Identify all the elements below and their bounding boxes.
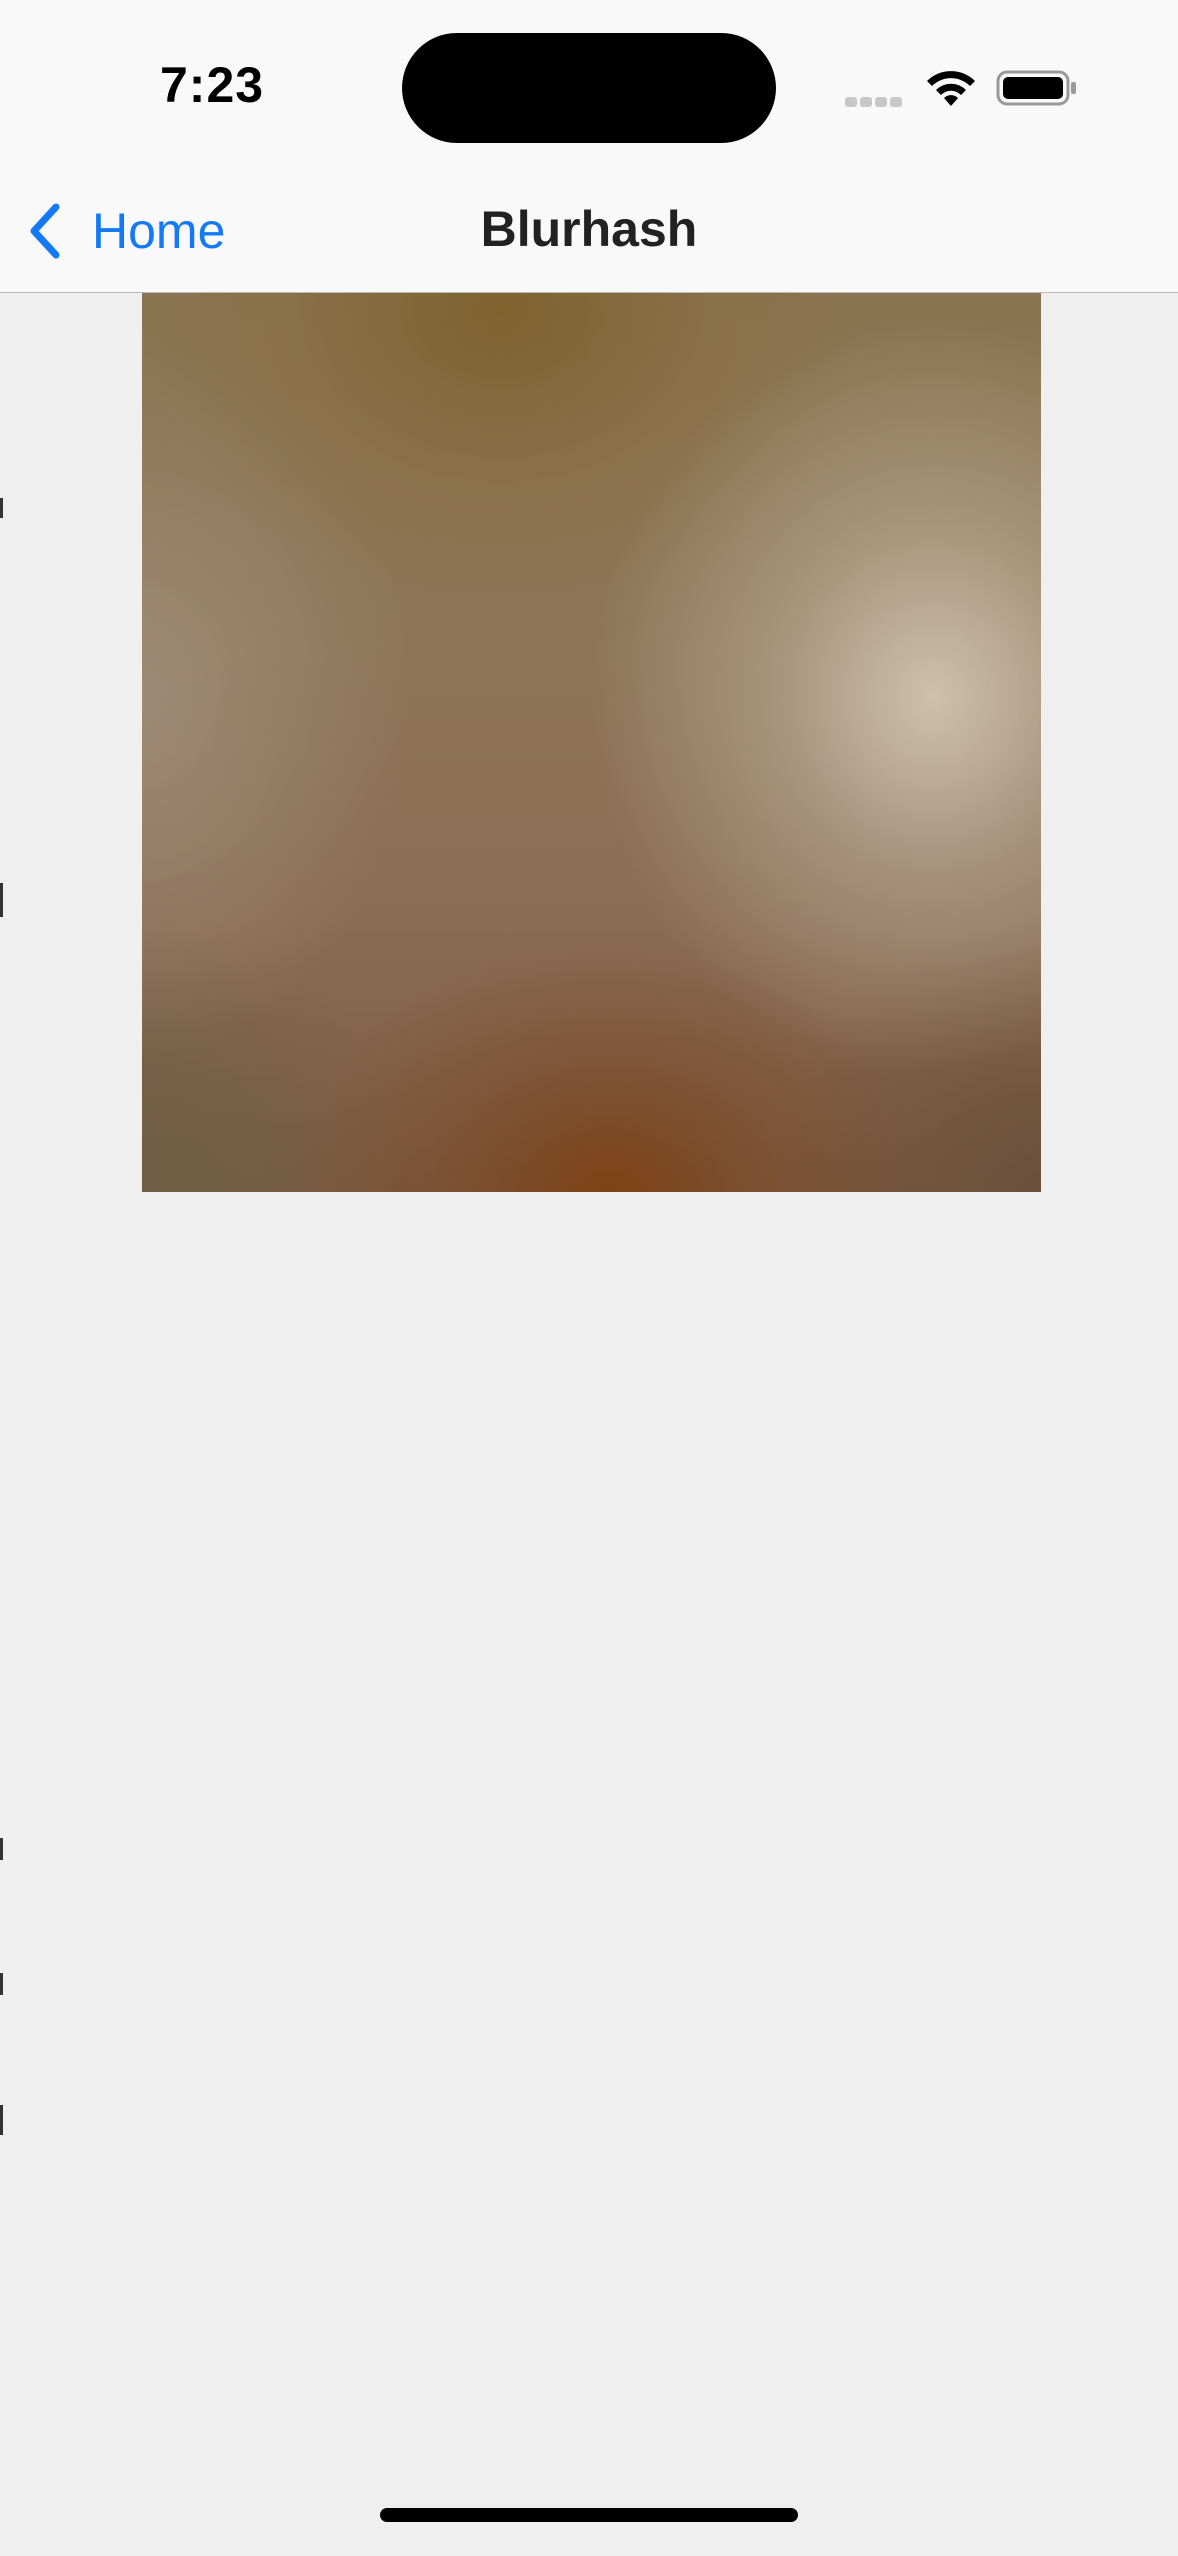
status-time: 7:23 (160, 57, 265, 113)
edge-artifact (0, 883, 3, 917)
edge-artifact (0, 1973, 3, 1995)
edge-artifact (0, 498, 3, 518)
status-bar: 7:23 (0, 0, 1178, 170)
blurhash-image (142, 293, 1041, 1192)
content-area (0, 293, 1178, 2556)
home-indicator[interactable] (380, 2508, 798, 2522)
screen: 7:23 Home Blurhash (0, 0, 1178, 2556)
edge-artifact (0, 1838, 3, 1860)
dynamic-island (402, 33, 776, 143)
cellular-signal-icon (845, 94, 905, 108)
battery-icon (996, 70, 1076, 106)
page-title: Blurhash (480, 201, 698, 257)
navigation-bar: Home Blurhash (0, 170, 1178, 293)
edge-artifact (0, 2105, 3, 2135)
wifi-icon (927, 71, 975, 106)
